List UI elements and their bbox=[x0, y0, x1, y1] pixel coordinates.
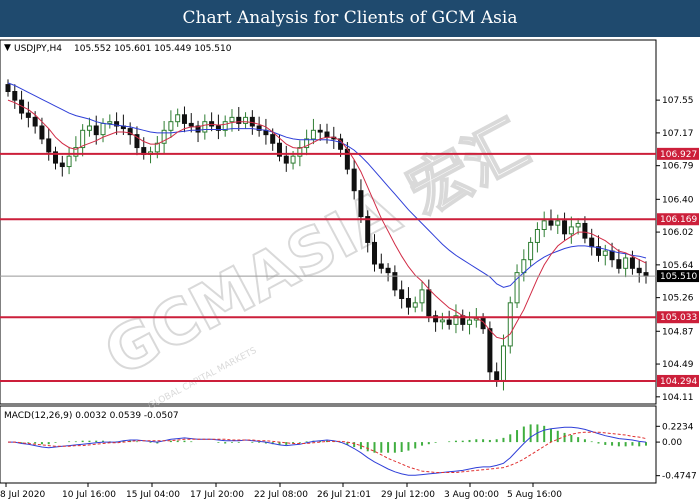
level-price-tag: 104.294 bbox=[657, 374, 699, 387]
level-label: 104.294 bbox=[660, 377, 697, 387]
level-price-tag: 106.927 bbox=[657, 147, 699, 160]
x-tick-label: 5 Aug 16:00 bbox=[507, 490, 562, 500]
symbol-label: USDJPY,H4 bbox=[14, 44, 62, 54]
macd-tick-label: 0.00 bbox=[662, 438, 682, 448]
x-tick-label: 10 Jul 16:00 bbox=[62, 490, 116, 500]
chart-canvas[interactable]: GCMASIA 宏汇 GLOBAL CAPITAL MARKETS ▼ USDJ… bbox=[0, 37, 700, 500]
price-tick-label: 105.26 bbox=[662, 294, 694, 304]
macd-tick-label: -0.4747 bbox=[662, 472, 697, 482]
x-tick-label: 22 Jul 08:00 bbox=[254, 490, 308, 500]
price-tick-label: 106.02 bbox=[662, 228, 694, 238]
current-price-label: 105.510 bbox=[660, 272, 697, 282]
x-tick-label: 8 Jul 2020 bbox=[0, 490, 45, 500]
level-price-tag: 106.169 bbox=[657, 213, 699, 226]
price-tick-label: 106.79 bbox=[662, 162, 694, 172]
level-label: 105.033 bbox=[660, 313, 697, 323]
banner-title: Chart Analysis for Clients of GCM Asia bbox=[182, 8, 518, 28]
current-price-tag: 105.510 bbox=[657, 270, 699, 283]
price-tick-label: 104.49 bbox=[662, 360, 694, 370]
price-tick-label: 104.11 bbox=[662, 393, 694, 403]
price-tick-label: 106.40 bbox=[662, 195, 694, 205]
level-label: 106.169 bbox=[660, 215, 697, 225]
x-tick-label: 17 Jul 20:00 bbox=[190, 490, 244, 500]
ohlc-label: 105.552 105.601 105.449 105.510 bbox=[74, 44, 232, 54]
chart-banner: Chart Analysis for Clients of GCM Asia bbox=[0, 0, 700, 37]
candle bbox=[507, 296, 513, 354]
price-tick-label: 107.17 bbox=[662, 129, 694, 139]
x-tick-label: 26 Jul 21:01 bbox=[317, 490, 371, 500]
x-tick-label: 29 Jul 12:00 bbox=[381, 490, 435, 500]
macd-label: MACD(12,26,9) 0.0032 0.0539 -0.0507 bbox=[4, 411, 179, 421]
price-tick-label: 105.64 bbox=[662, 261, 694, 271]
level-label: 106.927 bbox=[660, 150, 697, 160]
price-tick-label: 104.87 bbox=[662, 327, 694, 337]
level-price-tag: 105.033 bbox=[657, 311, 699, 324]
price-tick-label: 107.55 bbox=[662, 96, 694, 106]
x-tick-label: 3 Aug 00:00 bbox=[444, 490, 499, 500]
x-tick-label: 15 Jul 04:00 bbox=[126, 490, 180, 500]
collapse-triangle-icon[interactable]: ▼ bbox=[4, 43, 11, 53]
macd-tick-label: 0.2234 bbox=[662, 422, 694, 432]
